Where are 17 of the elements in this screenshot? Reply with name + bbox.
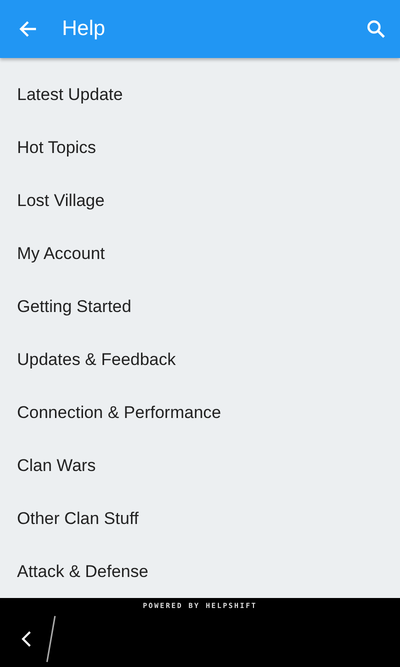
topic-item[interactable]: Updates & Feedback: [0, 333, 400, 386]
back-arrow-icon: [18, 19, 38, 39]
screen-title: Help: [62, 17, 106, 41]
chevron-left-icon: [20, 630, 32, 648]
search-button[interactable]: [366, 19, 386, 39]
topic-item[interactable]: Connection & Performance: [0, 386, 400, 439]
back-button[interactable]: [20, 630, 32, 648]
topic-item[interactable]: Lost Village: [0, 174, 400, 227]
topic-item[interactable]: Hot Topics: [0, 121, 400, 174]
topic-item[interactable]: Getting Started: [0, 280, 400, 333]
topic-item[interactable]: Clan Wars: [0, 439, 400, 492]
topic-item[interactable]: Other Clan Stuff: [0, 492, 400, 545]
topic-item[interactable]: My Account: [0, 227, 400, 280]
topic-item[interactable]: Latest Update: [0, 68, 400, 121]
slash-icon: [46, 614, 56, 662]
search-icon: [366, 19, 386, 39]
topic-item[interactable]: Attack & Defense: [0, 545, 400, 598]
